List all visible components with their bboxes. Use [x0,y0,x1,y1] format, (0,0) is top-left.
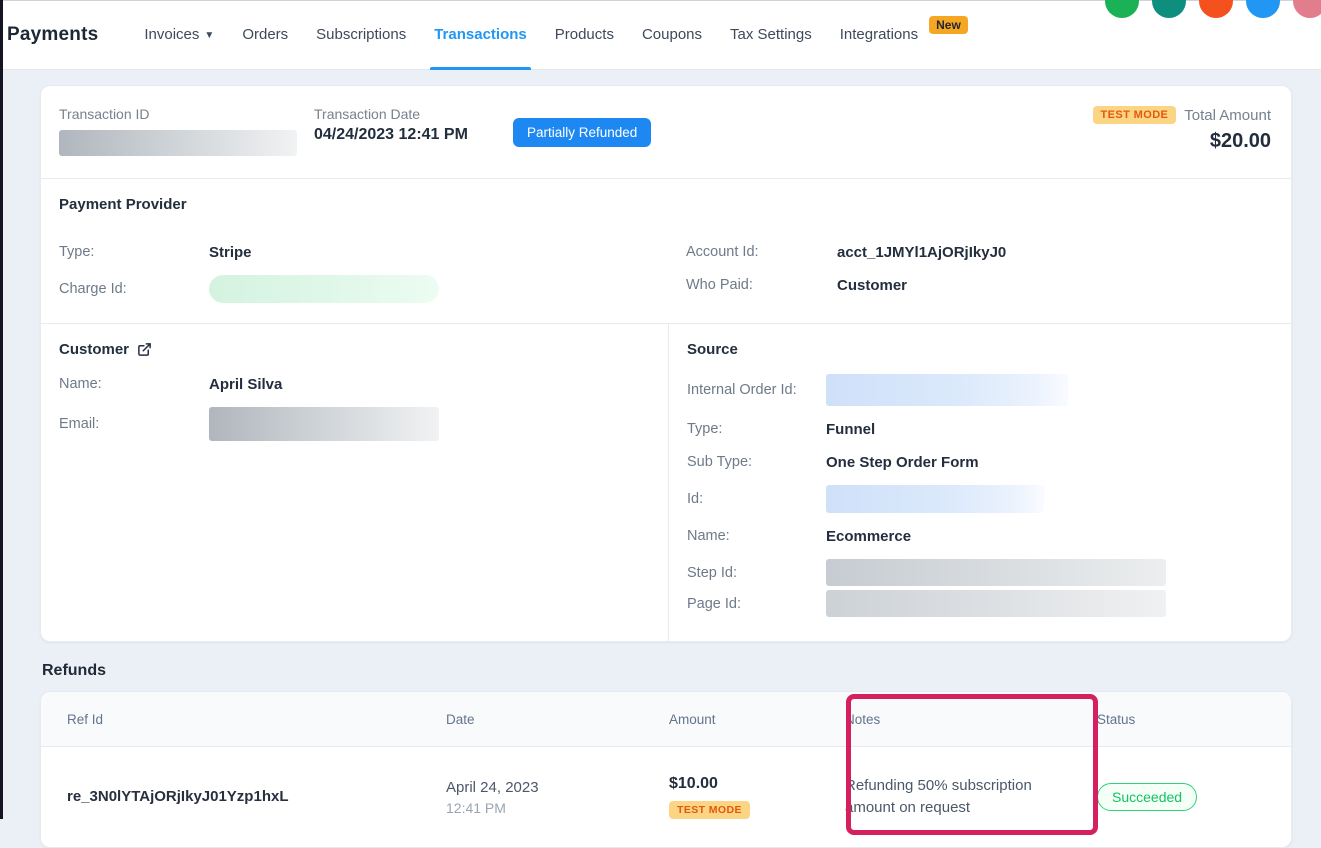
top-navigation: Payments Invoices ▼ Orders Subscriptions… [0,0,1321,70]
internal-order-id-label: Internal Order Id: [687,382,826,398]
transaction-date-label: Transaction Date [314,106,501,122]
page-id-label: Page Id: [687,596,826,612]
test-mode-badge: TEST MODE [1093,106,1177,124]
column-header-notes: Notes [845,712,1097,727]
charge-id-label: Charge Id: [59,281,209,297]
provider-type-label: Type: [59,244,209,260]
column-header-date: Date [446,712,669,727]
tab-products[interactable]: Products [541,0,628,70]
column-header-amount: Amount [669,712,845,727]
app-icon-orange[interactable] [1199,0,1233,18]
source-title: Source [687,341,1273,358]
page-title: Payments [7,24,98,46]
browser-app-icons [1105,0,1321,18]
customer-email-label: Email: [59,416,209,432]
refund-test-mode-badge: TEST MODE [669,801,750,819]
source-sub-type-value: One Step Order Form [826,454,979,471]
source-name-label: Name: [687,528,826,544]
refund-status-badge: Succeeded [1097,783,1197,811]
refund-ref-id: re_3N0lYTAjORjIkyJ01Yzp1hxL [67,788,288,805]
app-icon-blue[interactable] [1246,0,1280,18]
tab-subscriptions[interactable]: Subscriptions [302,0,420,70]
tab-transactions[interactable]: Transactions [420,0,541,70]
transaction-id-label: Transaction ID [59,106,314,122]
status-badge: Partially Refunded [513,118,651,147]
provider-type-value: Stripe [209,244,252,261]
payment-provider-section: Payment Provider Type: Stripe Charge Id:… [41,179,1291,323]
transaction-id-redacted [59,130,297,156]
account-id-value: acct_1JMYl1AjORjIkyJ0 [837,244,1006,261]
transaction-summary-row: Transaction ID Transaction Date 04/24/20… [41,86,1291,178]
refunds-table-card: Ref Id Date Amount Notes Status re_3N0lY… [40,691,1292,848]
app-icon-pink[interactable] [1293,0,1321,18]
customer-title: Customer [59,341,129,358]
customer-name-value: April Silva [209,376,282,393]
source-id-redacted [826,485,1044,513]
tab-invoices[interactable]: Invoices ▼ [130,0,228,70]
tab-coupons[interactable]: Coupons [628,0,716,70]
step-id-label: Step Id: [687,565,826,581]
source-section: Source Internal Order Id: Type: Funnel S… [668,324,1291,641]
step-id-redacted [826,559,1166,586]
source-sub-type-label: Sub Type: [687,454,826,470]
external-link-icon[interactable] [137,342,152,357]
refund-amount: $10.00 [669,775,845,793]
app-icon-green[interactable] [1105,0,1139,18]
internal-order-id-redacted [826,374,1068,406]
new-badge: New [929,16,968,34]
source-type-value: Funnel [826,421,875,438]
column-header-status: Status [1097,712,1291,727]
source-name-value: Ecommerce [826,528,911,545]
refund-time: 12:41 PM [446,800,669,816]
customer-section: Customer Name: April Silva Email: [41,324,668,641]
charge-id-redacted [209,275,439,303]
tab-integrations[interactable]: Integrations New [826,0,982,70]
source-id-label: Id: [687,491,826,507]
transaction-date-value: 04/24/2023 12:41 PM [314,126,501,144]
transaction-detail-card: Transaction ID Transaction Date 04/24/20… [40,85,1292,642]
window-left-edge [0,0,3,819]
refunds-table-header: Ref Id Date Amount Notes Status [41,692,1291,747]
who-paid-value: Customer [837,277,907,294]
tab-orders[interactable]: Orders [228,0,302,70]
total-amount-label: Total Amount [1184,107,1271,124]
refunds-title: Refunds [42,662,1321,680]
tab-tax-settings[interactable]: Tax Settings [716,0,826,70]
nav-tabs: Invoices ▼ Orders Subscriptions Transact… [130,0,981,70]
source-type-label: Type: [687,421,826,437]
customer-name-label: Name: [59,376,209,392]
customer-email-redacted [209,407,439,441]
payment-provider-title: Payment Provider [59,196,1273,213]
refund-date: April 24, 2023 [446,779,669,796]
refund-table-row: re_3N0lYTAjORjIkyJ01Yzp1hxL April 24, 20… [41,747,1291,847]
who-paid-label: Who Paid: [686,277,837,293]
account-id-label: Account Id: [686,244,837,260]
app-icon-teal[interactable] [1152,0,1186,18]
refund-notes: Refunding 50% subscription amount on req… [845,763,1060,831]
chevron-down-icon: ▼ [204,30,214,41]
page-id-redacted [826,590,1166,617]
column-header-ref-id: Ref Id [41,712,446,727]
total-amount-value: $20.00 [1093,130,1272,153]
